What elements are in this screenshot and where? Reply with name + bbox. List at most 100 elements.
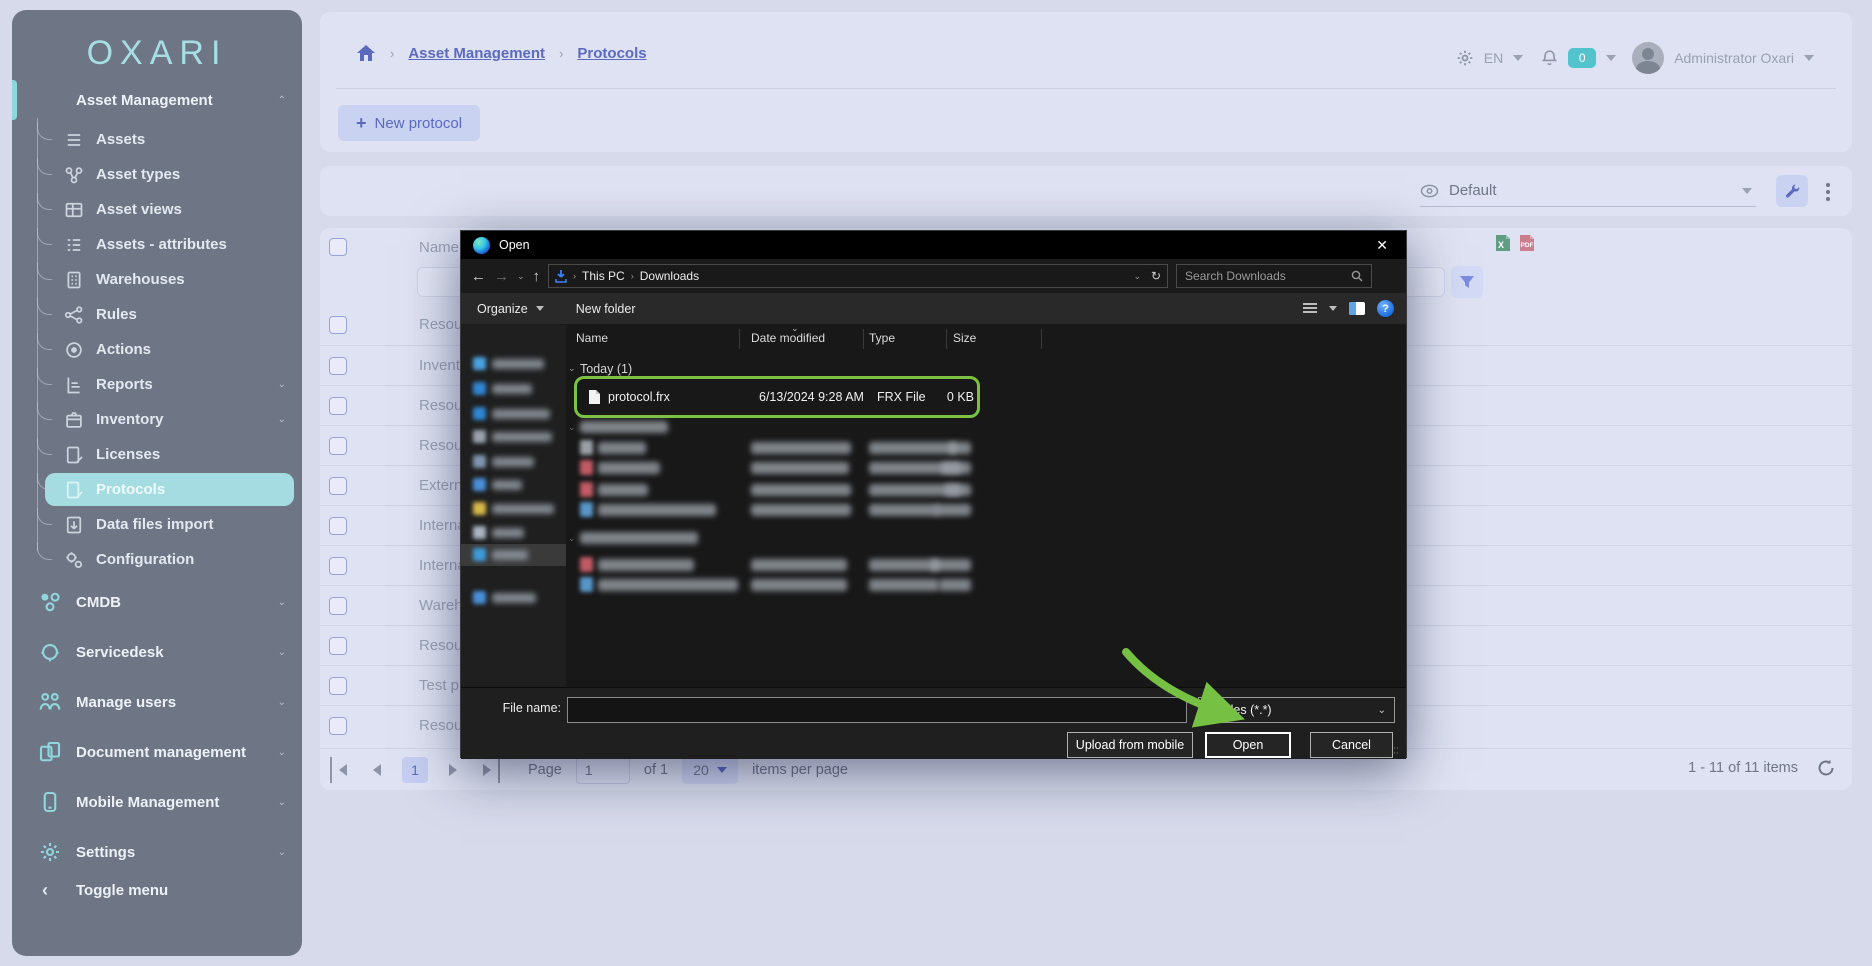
breadcrumb-link-protocols[interactable]: Protocols (577, 45, 646, 62)
file-icon[interactable] (580, 577, 593, 592)
sidebar-item-configuration[interactable]: Configuration (12, 542, 302, 577)
file-icon[interactable] (580, 557, 593, 572)
chevron-down-icon[interactable] (1804, 55, 1814, 61)
prev-page-button[interactable] (366, 757, 388, 783)
page-size-select[interactable]: 20 (682, 756, 738, 784)
nav-pane-item[interactable] (461, 378, 566, 400)
upload-from-mobile-button[interactable]: Upload from mobile (1067, 732, 1193, 758)
more-options-button[interactable] (1818, 179, 1838, 203)
close-icon[interactable]: ✕ (1370, 236, 1394, 255)
row-checkbox[interactable] (329, 677, 347, 695)
row-checkbox[interactable] (329, 717, 347, 735)
bell-icon[interactable] (1541, 49, 1558, 67)
nav-pane-item[interactable] (461, 522, 566, 544)
back-icon[interactable]: ← (471, 268, 486, 285)
chevron-down-icon[interactable]: ⌄ (1133, 271, 1141, 282)
next-page-button[interactable] (442, 757, 464, 783)
group-collapse-icon[interactable]: ⌄ (568, 533, 576, 544)
file-icon[interactable] (580, 502, 593, 517)
cancel-button[interactable]: Cancel (1310, 732, 1393, 758)
refresh-icon[interactable] (1816, 758, 1836, 778)
nav-pane-item[interactable] (461, 474, 566, 496)
column-header-type[interactable]: Type (869, 331, 895, 345)
home-icon[interactable] (356, 44, 376, 62)
row-checkbox[interactable] (329, 437, 347, 455)
breadcrumb-link-asset-management[interactable]: Asset Management (408, 45, 545, 62)
row-checkbox[interactable] (329, 517, 347, 535)
filter-funnel-button[interactable] (1451, 266, 1483, 298)
row-checkbox[interactable] (329, 597, 347, 615)
sidebar-item-reports[interactable]: Reports⌄ (12, 367, 302, 402)
refresh-icon[interactable]: ↻ (1151, 269, 1161, 283)
up-icon[interactable]: ↑ (533, 268, 541, 285)
view-selector[interactable]: Default (1420, 175, 1756, 207)
nav-pane-item[interactable] (461, 498, 566, 520)
sidebar-item-servicedesk[interactable]: Servicedesk⌄ (12, 627, 302, 677)
nav-pane-item[interactable] (461, 426, 566, 448)
group-collapse-icon[interactable]: ⌄ (568, 422, 576, 433)
column-header-size[interactable]: Size (953, 331, 976, 345)
export-excel-icon[interactable]: X (1493, 233, 1513, 253)
row-checkbox[interactable] (329, 477, 347, 495)
help-icon[interactable]: ? (1377, 300, 1394, 317)
sidebar-item-assets-attributes[interactable]: Assets - attributes (12, 227, 302, 262)
select-all-checkbox[interactable] (329, 238, 347, 256)
row-checkbox[interactable] (329, 357, 347, 375)
open-button[interactable]: Open (1205, 732, 1291, 758)
page-number-input[interactable] (576, 756, 630, 784)
sidebar-item-licenses[interactable]: Licenses (12, 437, 302, 472)
view-mode-icon[interactable] (1303, 303, 1317, 315)
resize-grip[interactable]: ⋅⋅⋅⋅ (1393, 746, 1403, 756)
sidebar-item-rules[interactable]: Rules (12, 297, 302, 332)
row-checkbox[interactable] (329, 637, 347, 655)
language-selector[interactable]: EN (1484, 50, 1503, 66)
chevron-down-icon[interactable] (1513, 55, 1523, 61)
sidebar-item-asset-types[interactable]: Asset types (12, 157, 302, 192)
path-segment-downloads[interactable]: Downloads (640, 269, 699, 283)
nav-pane-item[interactable] (461, 451, 566, 473)
nav-pane-item[interactable] (461, 544, 566, 566)
chevron-down-icon[interactable]: ⌄ (517, 271, 525, 282)
sidebar-item-document-management[interactable]: Document management⌄ (12, 727, 302, 777)
file-icon[interactable] (580, 460, 593, 475)
forward-icon[interactable]: → (494, 268, 509, 285)
row-checkbox[interactable] (329, 557, 347, 575)
notification-badge[interactable]: 0 (1568, 48, 1596, 68)
file-name-input[interactable] (567, 697, 1187, 723)
dialog-title-bar[interactable]: Open ✕ (461, 231, 1406, 259)
first-page-button[interactable] (330, 757, 352, 783)
group-collapse-icon[interactable]: ⌄ (568, 363, 576, 374)
sidebar-item-warehouses[interactable]: Warehouses (12, 262, 302, 297)
gear-icon[interactable] (1456, 49, 1474, 67)
sidebar-item-data-files-import[interactable]: Data files import (12, 507, 302, 542)
chevron-down-icon[interactable] (1329, 306, 1337, 311)
file-icon[interactable] (580, 440, 593, 455)
avatar[interactable] (1632, 42, 1664, 74)
nav-pane-item[interactable] (461, 353, 566, 375)
preview-pane-icon[interactable] (1349, 302, 1365, 315)
sidebar-item-asset-management[interactable]: Asset Management ⌃ (12, 78, 302, 122)
export-pdf-icon[interactable]: PDF (1517, 233, 1537, 253)
sidebar-item-asset-views[interactable]: Asset views (12, 192, 302, 227)
file-icon[interactable] (580, 482, 593, 497)
column-header-name[interactable]: Name (576, 331, 608, 345)
sidebar-item-cmdb[interactable]: CMDB⌄ (12, 577, 302, 627)
nav-pane-item[interactable] (461, 587, 566, 609)
last-page-button[interactable] (478, 757, 500, 783)
nav-pane-item[interactable] (461, 403, 566, 425)
sidebar-item-manage-users[interactable]: Manage users⌄ (12, 677, 302, 727)
path-segment-this-pc[interactable]: This PC (582, 269, 625, 283)
toggle-menu-button[interactable]: ‹ Toggle menu (12, 868, 302, 912)
search-box[interactable]: Search Downloads (1176, 264, 1372, 288)
sidebar-item-assets[interactable]: Assets (12, 122, 302, 157)
row-checkbox[interactable] (329, 397, 347, 415)
organize-menu[interactable]: Organize (477, 302, 528, 316)
file-type-filter-select[interactable]: All files (*.*) ⌄ (1198, 697, 1395, 723)
sidebar-item-actions[interactable]: Actions (12, 332, 302, 367)
sidebar-item-inventory[interactable]: Inventory⌄ (12, 402, 302, 437)
current-page-button[interactable]: 1 (402, 757, 428, 783)
address-path-box[interactable]: › This PC › Downloads ⌄ ↻ (548, 264, 1168, 288)
sidebar-item-mobile-management[interactable]: Mobile Management⌄ (12, 777, 302, 827)
column-header-date-modified[interactable]: Date modified (751, 331, 825, 345)
sidebar-item-protocols[interactable]: Protocols (12, 472, 302, 507)
